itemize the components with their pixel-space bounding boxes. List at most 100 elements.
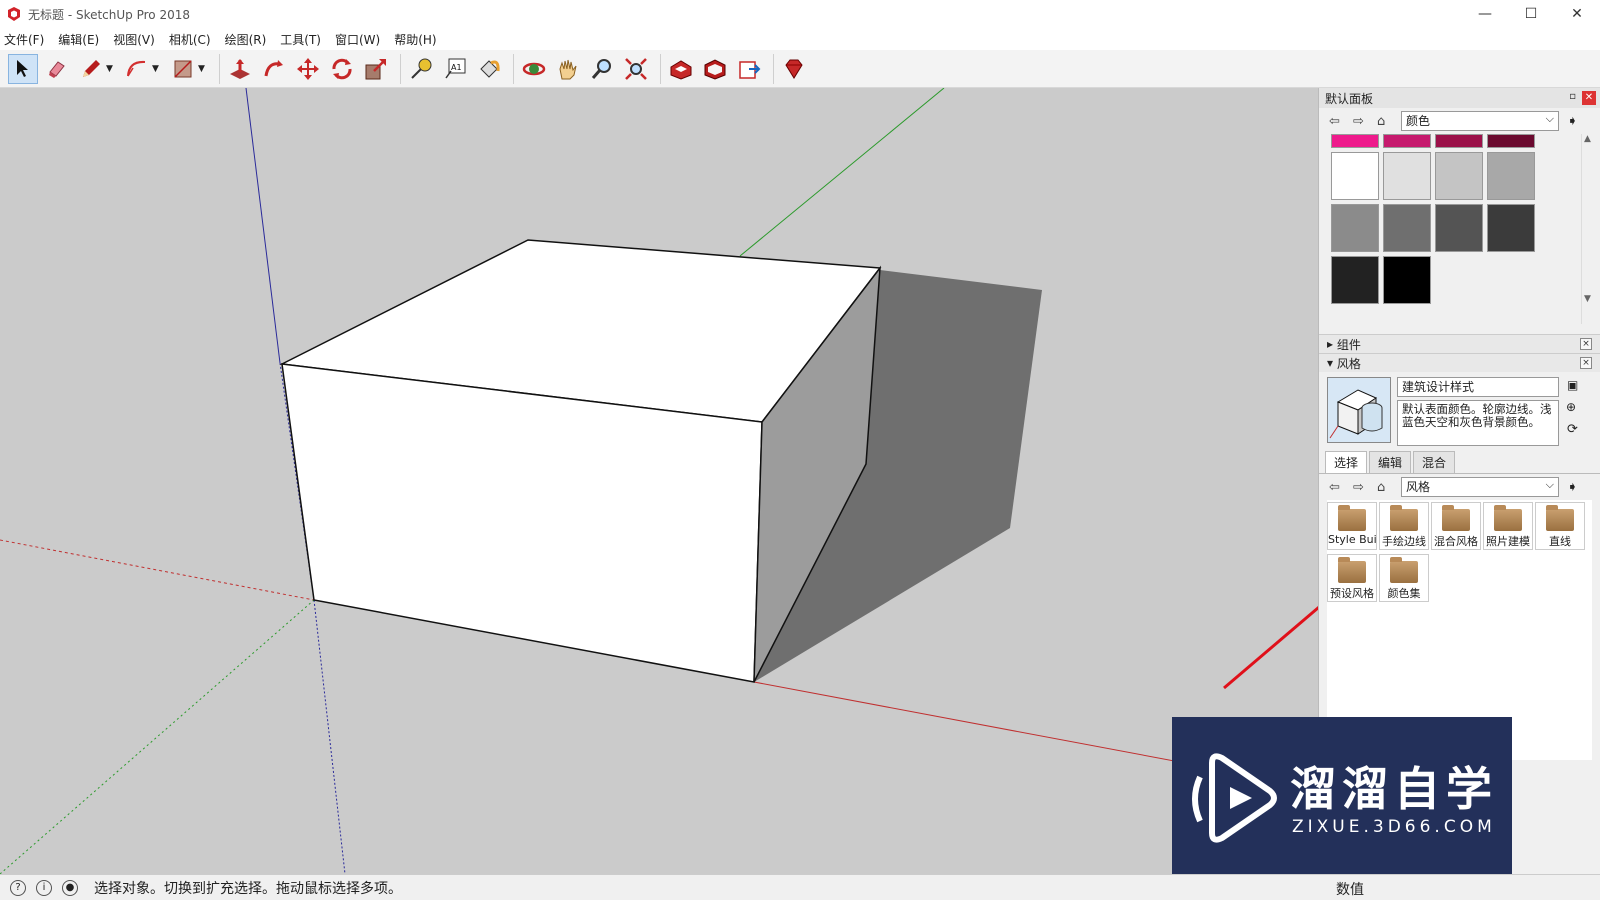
follow-me-tool-button[interactable] xyxy=(259,54,289,84)
create-style-icon[interactable]: ⊕ xyxy=(1566,400,1576,414)
eraser-tool-button[interactable] xyxy=(42,54,72,84)
color-swatch[interactable] xyxy=(1331,204,1379,252)
tape-measure-tool-button[interactable] xyxy=(406,54,436,84)
maximize-button[interactable]: ☐ xyxy=(1508,0,1554,28)
components-section-header[interactable]: ▸ 组件 × xyxy=(1319,334,1600,353)
color-swatch[interactable] xyxy=(1487,134,1535,148)
color-swatch[interactable] xyxy=(1331,256,1379,304)
style-folder[interactable]: Style Buil xyxy=(1327,502,1377,550)
extension-warehouse-button[interactable] xyxy=(700,54,730,84)
menu-file[interactable]: 文件(F) xyxy=(4,31,44,48)
color-swatch[interactable] xyxy=(1331,134,1379,148)
pin-icon[interactable]: ▫ xyxy=(1569,91,1576,102)
pencil-tool-button[interactable] xyxy=(76,54,106,84)
style-folder[interactable]: 手绘边线 xyxy=(1379,502,1429,550)
style-folder[interactable]: 预设风格 xyxy=(1327,554,1377,602)
pan-tool-button[interactable] xyxy=(553,54,583,84)
move-tool-button[interactable] xyxy=(293,54,323,84)
text-icon: A1 xyxy=(445,58,466,78)
menu-help[interactable]: 帮助(H) xyxy=(394,31,436,48)
style-folder[interactable]: 直线 xyxy=(1535,502,1585,550)
text-tool-button[interactable]: A1 xyxy=(440,54,470,84)
tab-select[interactable]: 选择 xyxy=(1325,451,1368,473)
menu-draw[interactable]: 绘图(R) xyxy=(225,31,267,48)
geo-location-icon[interactable]: ? xyxy=(10,879,26,896)
color-swatch[interactable] xyxy=(1383,256,1431,304)
menu-tools[interactable]: 工具(T) xyxy=(280,31,321,48)
menu-camera[interactable]: 相机(C) xyxy=(169,31,211,48)
styles-section-header[interactable]: ▾ 风格 × xyxy=(1319,353,1600,372)
style-folder[interactable]: 颜色集 xyxy=(1379,554,1429,602)
swatch-scrollbar[interactable]: ▲ ▼ xyxy=(1581,134,1593,324)
color-swatch[interactable] xyxy=(1435,152,1483,200)
modeling-viewport[interactable] xyxy=(0,88,1318,874)
credits-info-icon[interactable]: i xyxy=(36,879,52,896)
components-close-button[interactable]: × xyxy=(1580,338,1592,350)
back-arrow-icon[interactable]: ⇦ xyxy=(1329,480,1349,495)
status-bar: ? i ● 选择对象。切换到扩充选择。拖动鼠标选择多项。 数值 xyxy=(0,874,1600,900)
paint-bucket-tool-button[interactable] xyxy=(474,54,504,84)
details-arrow-icon[interactable]: ➧ xyxy=(1567,480,1578,495)
chevron-down-icon[interactable]: ▼ xyxy=(198,64,208,74)
layout-icon xyxy=(739,60,761,79)
rotate-tool-button[interactable] xyxy=(327,54,357,84)
zoom-extents-icon xyxy=(625,57,647,80)
back-arrow-icon[interactable]: ⇦ xyxy=(1329,114,1349,129)
arc-tool-button[interactable] xyxy=(122,54,152,84)
home-icon[interactable]: ⌂ xyxy=(1377,480,1397,495)
style-folder[interactable]: 混合风格 xyxy=(1431,502,1481,550)
details-arrow-icon[interactable]: ➧ xyxy=(1567,114,1578,129)
menu-window[interactable]: 窗口(W) xyxy=(335,31,380,48)
style-description-field[interactable]: 默认表面颜色。轮廓边线。浅蓝色天空和灰色背景颜色。 xyxy=(1397,400,1559,446)
close-button[interactable]: ✕ xyxy=(1554,0,1600,28)
styles-tabs: 选择 编辑 混合 xyxy=(1319,451,1600,474)
select-icon xyxy=(17,59,28,77)
menu-view[interactable]: 视图(V) xyxy=(113,31,155,48)
zoom-extents-tool-button[interactable] xyxy=(621,54,651,84)
pencil-icon xyxy=(83,59,100,77)
color-swatch[interactable] xyxy=(1383,134,1431,148)
forward-arrow-icon[interactable]: ⇨ xyxy=(1353,480,1373,495)
tab-edit[interactable]: 编辑 xyxy=(1369,451,1412,473)
zoom-tool-button[interactable] xyxy=(587,54,617,84)
select-tool-button[interactable] xyxy=(8,53,38,84)
color-swatch[interactable] xyxy=(1487,204,1535,252)
tray-close-button[interactable]: ✕ xyxy=(1582,91,1596,105)
style-name-field[interactable]: 建筑设计样式 xyxy=(1397,377,1559,397)
color-swatch[interactable] xyxy=(1331,152,1379,200)
color-swatch[interactable] xyxy=(1435,204,1483,252)
chevron-down-icon[interactable]: ▼ xyxy=(106,64,116,74)
scene-canvas[interactable] xyxy=(0,88,1318,874)
blue-axis-negative-line xyxy=(313,599,346,874)
save-style-icon[interactable]: ▣ xyxy=(1567,378,1578,392)
style-folder[interactable]: 照片建模 xyxy=(1483,502,1533,550)
styles-library-select[interactable]: 风格 xyxy=(1401,476,1559,497)
style-thumbnail xyxy=(1327,377,1391,443)
send-to-layout-button[interactable] xyxy=(734,54,764,84)
color-swatch[interactable] xyxy=(1383,152,1431,200)
update-style-icon[interactable]: ⟳ xyxy=(1567,422,1578,437)
green-axis-line xyxy=(739,88,945,257)
user-account-icon[interactable]: ● xyxy=(62,879,78,896)
orbit-tool-button[interactable] xyxy=(519,54,549,84)
home-icon[interactable]: ⌂ xyxy=(1377,114,1397,129)
minimize-button[interactable]: — xyxy=(1462,0,1508,28)
ruby-console-button[interactable] xyxy=(779,54,809,84)
color-swatch[interactable] xyxy=(1487,152,1535,200)
rectangle-tool-button[interactable] xyxy=(168,54,198,84)
push-pull-tool-button[interactable] xyxy=(225,54,255,84)
svg-text:A1: A1 xyxy=(451,63,462,72)
styles-close-button[interactable]: × xyxy=(1580,357,1592,369)
scale-tool-button[interactable] xyxy=(361,54,391,84)
color-swatch[interactable] xyxy=(1435,134,1483,148)
materials-library-select[interactable]: 颜色 xyxy=(1401,110,1559,131)
forward-arrow-icon[interactable]: ⇨ xyxy=(1353,114,1373,129)
scale-icon xyxy=(365,58,386,79)
menu-edit[interactable]: 编辑(E) xyxy=(58,31,99,48)
color-swatch[interactable] xyxy=(1383,204,1431,252)
orbit-icon xyxy=(522,62,546,75)
tab-mix[interactable]: 混合 xyxy=(1413,451,1456,473)
3d-warehouse-button[interactable] xyxy=(666,54,696,84)
chevron-down-icon[interactable]: ▼ xyxy=(152,64,162,74)
tape-measure-icon xyxy=(411,58,432,79)
